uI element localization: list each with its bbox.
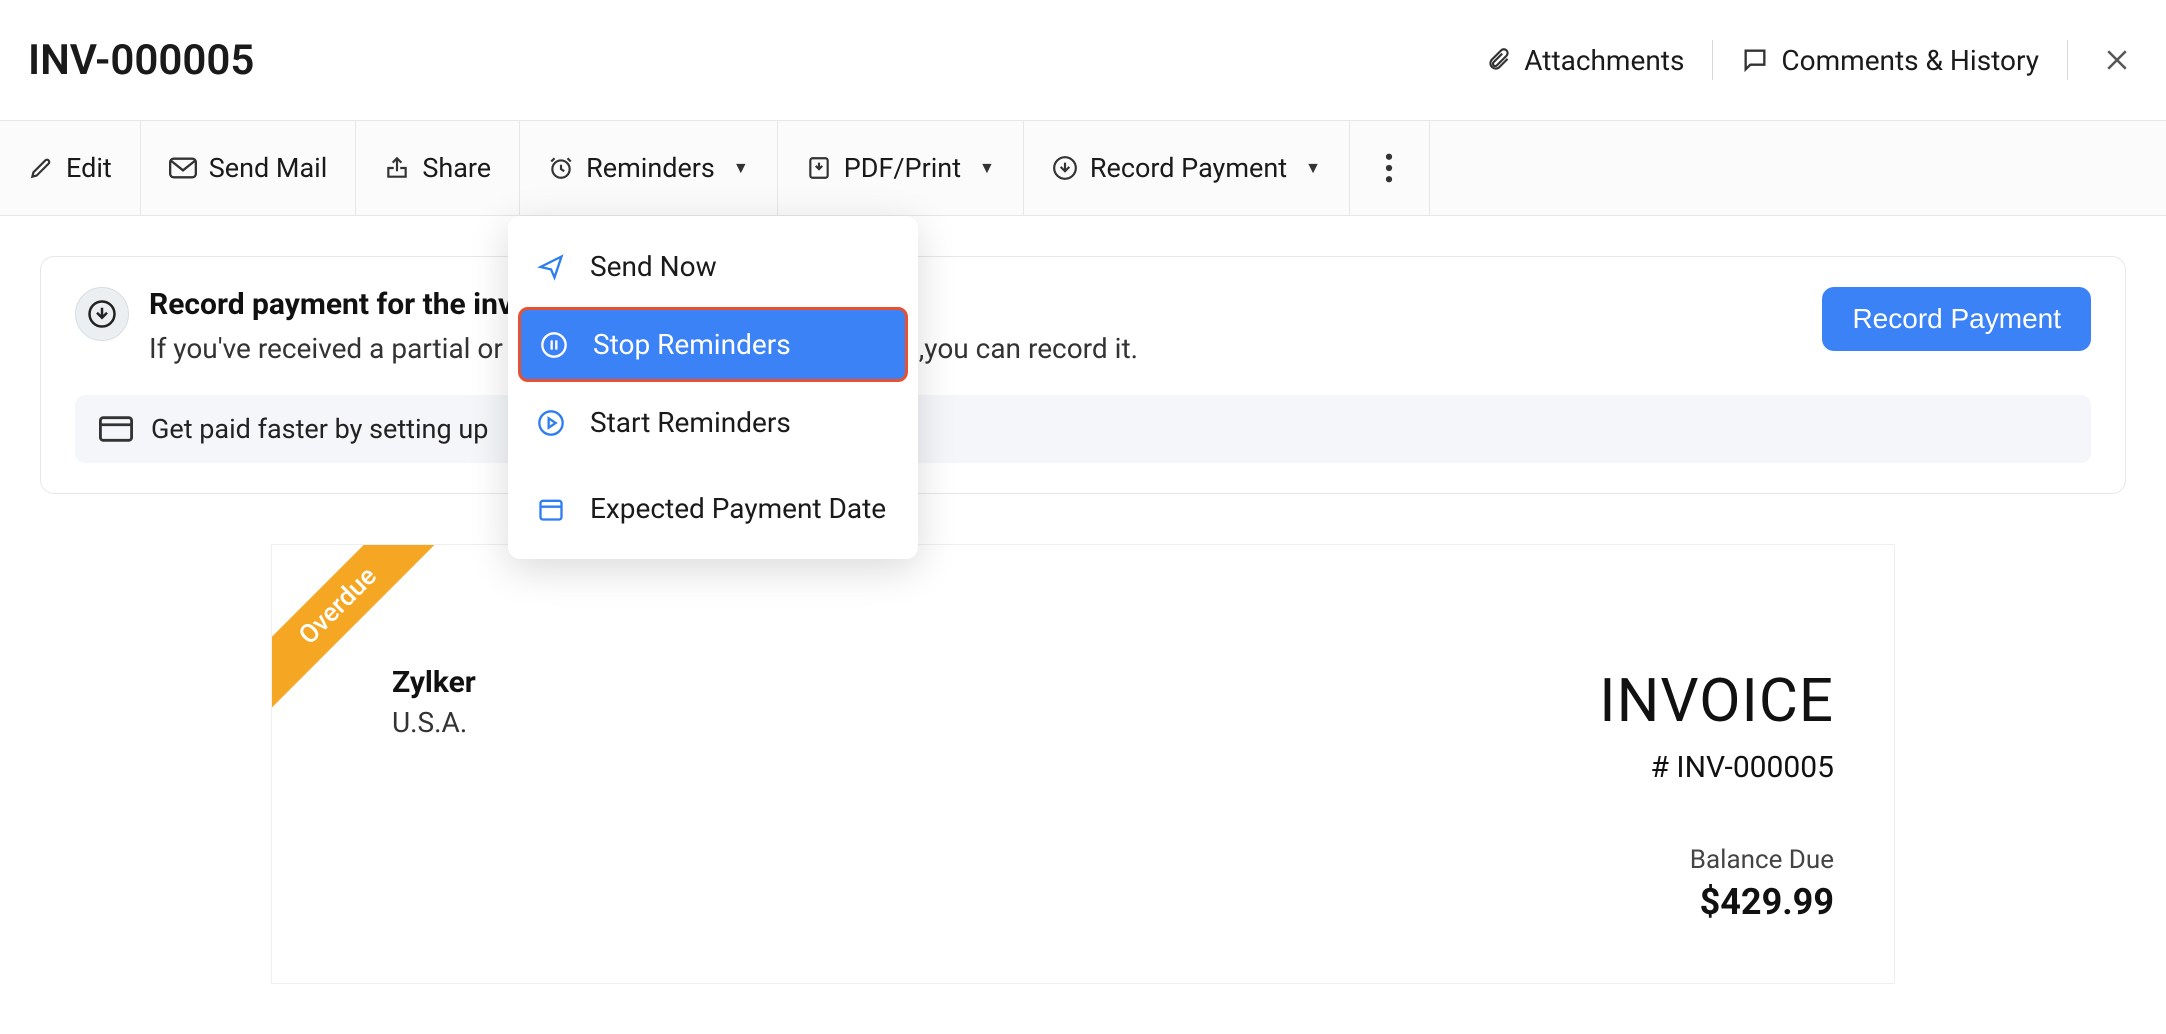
page-header: INV-000005 Attachments Comments & Histor… [0,0,2166,120]
dropdown-divider [508,465,918,466]
share-button[interactable]: Share [356,121,520,215]
balance-due-amount: $429.99 [1599,881,1834,923]
comments-label: Comments & History [1781,44,2039,77]
pause-icon [539,330,569,360]
divider [1712,40,1713,80]
download-icon [1052,155,1078,181]
pdf-print-label: PDF/Print [844,152,961,184]
record-payment-notice: Record payment for the invoice If you've… [40,256,2126,494]
page-title: INV-000005 [28,36,254,85]
invoice-meta: INVOICE # INV-000005 Balance Due $429.99 [1599,665,1834,923]
invoice-number: # INV-000005 [1599,750,1834,785]
invoice-doc-label: INVOICE [1599,665,1834,736]
send-mail-label: Send Mail [209,152,328,184]
comment-icon [1741,46,1769,74]
record-payment-primary-button[interactable]: Record Payment [1822,287,2091,351]
toolbar: Edit Send Mail Share Reminders ▼ [0,120,2166,216]
divider [2067,40,2068,80]
attachment-icon [1486,45,1512,75]
chevron-down-icon: ▼ [733,158,749,178]
more-button[interactable] [1350,121,1430,215]
attachments-button[interactable]: Attachments [1486,44,1684,77]
close-button[interactable] [2096,45,2138,75]
balance-due-label: Balance Due [1599,845,1834,875]
paid-faster-banner: Get paid faster by setting up Now › [75,395,2091,463]
dropdown-item-expected-payment-date[interactable]: Expected Payment Date [508,474,918,543]
reminders-dropdown: Send Now Stop Reminders Start Reminders … [508,216,918,559]
content-area: Record payment for the invoice If you've… [0,216,2166,984]
card-icon [99,416,133,442]
dropdown-label: Stop Reminders [593,328,791,361]
dropdown-item-stop-reminders[interactable]: Stop Reminders [518,307,908,382]
download-circle-icon [75,287,129,341]
dropdown-label: Send Now [590,250,717,283]
paid-faster-text: Get paid faster by setting up [151,413,488,445]
send-mail-button[interactable]: Send Mail [141,121,357,215]
chevron-down-icon: ▼ [979,158,995,178]
dropdown-item-send-now[interactable]: Send Now [508,232,918,301]
send-icon [536,252,566,282]
calendar-icon [536,494,566,524]
dropdown-label: Expected Payment Date [590,492,886,525]
invoice-preview: Overdue Zylker U.S.A. INVOICE # INV-0000… [271,544,1895,984]
record-payment-button[interactable]: Record Payment ▼ [1024,121,1350,215]
comments-history-button[interactable]: Comments & History [1741,44,2039,77]
mail-icon [169,157,197,179]
record-payment-label: Record Payment [1090,152,1287,184]
attachments-label: Attachments [1524,44,1684,77]
dropdown-label: Start Reminders [590,406,791,439]
more-vertical-icon [1385,153,1393,183]
edit-label: Edit [66,152,112,184]
reminders-label: Reminders [586,152,715,184]
pdf-icon [806,155,832,181]
edit-button[interactable]: Edit [0,121,141,215]
company-block: Zylker U.S.A. [392,665,476,739]
chevron-down-icon: ▼ [1305,158,1321,178]
pdf-print-button[interactable]: PDF/Print ▼ [778,121,1024,215]
company-country: U.S.A. [392,706,476,739]
reminders-button[interactable]: Reminders ▼ [520,121,778,215]
header-actions: Attachments Comments & History [1486,40,2138,80]
clock-icon [548,155,574,181]
company-name: Zylker [392,665,476,700]
pencil-icon [28,155,54,181]
dropdown-item-start-reminders[interactable]: Start Reminders [508,388,918,457]
play-icon [536,408,566,438]
share-icon [384,155,410,181]
share-label: Share [422,152,491,184]
